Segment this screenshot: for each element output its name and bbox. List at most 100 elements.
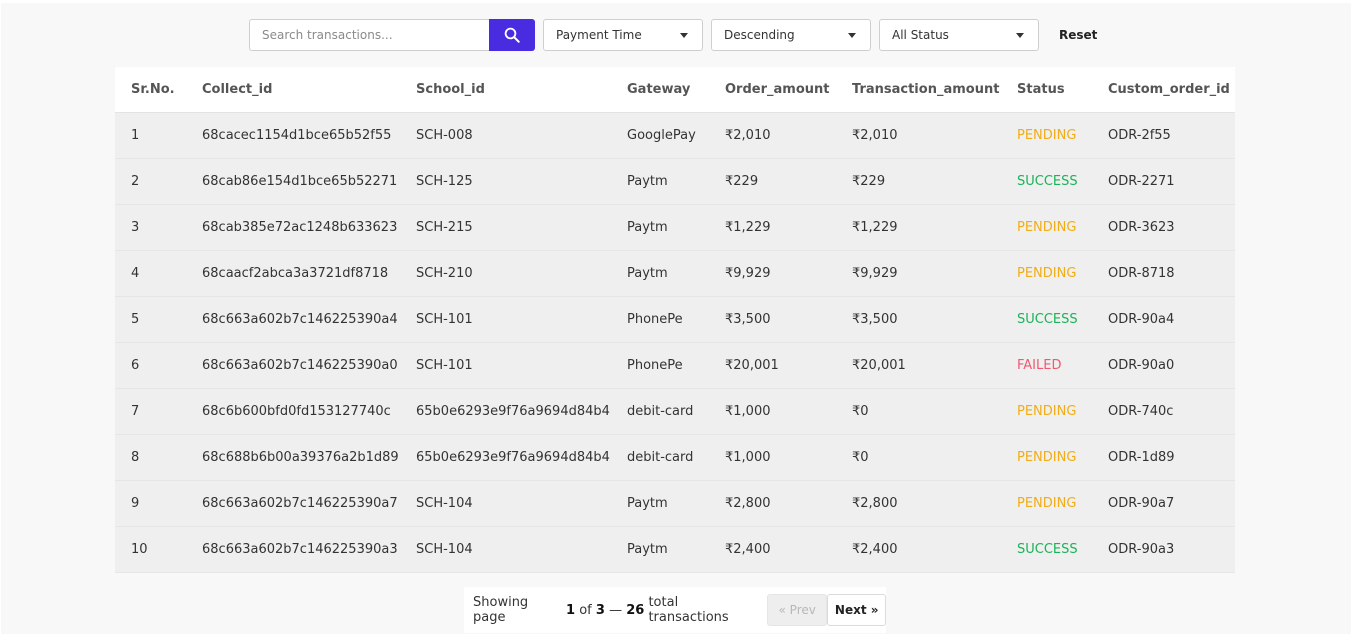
column-header[interactable]: School_id — [400, 67, 611, 113]
school-id-cell: SCH-125 — [400, 158, 611, 205]
column-header[interactable]: Sr.No. — [115, 67, 186, 113]
collect-id-cell: 68cacec1154d1bce65b52f55 — [186, 112, 400, 159]
status-badge: PENDING — [1001, 480, 1092, 527]
collect-id-cell: 68c663a602b7c146225390a0 — [186, 342, 400, 389]
order-amount-cell: ₹2,800 — [709, 480, 836, 527]
table-row[interactable]: 6 68c663a602b7c146225390a0 SCH-101 PhonePe ₹… — [115, 342, 1235, 389]
sr-no-cell: 10 — [115, 526, 186, 573]
transactions-table: Sr.No. Collect_id School_id Gateway Orde… — [115, 67, 1235, 573]
table-row[interactable]: 8 68c688b6b00a39376a2b1d89 65b0e6293e9f76a… — [115, 434, 1235, 481]
gateway-cell: GooglePay — [611, 112, 709, 159]
table-row[interactable]: 1 68cacec1154d1bce65b52f55 SCH-008 GooglePa… — [115, 112, 1235, 159]
table-row[interactable]: 10 68c663a602b7c146225390a3 SCH-104 Paytm ₹2… — [115, 526, 1235, 573]
search-button[interactable] — [489, 19, 535, 51]
school-id-cell: 65b0e6293e9f76a9694d84b4 — [400, 434, 611, 481]
sort-order-select[interactable]: Descending — [711, 19, 871, 51]
sort-field-select[interactable]: Payment Time — [543, 19, 703, 51]
gateway-cell: Paytm — [611, 480, 709, 527]
gateway-cell: Paytm — [611, 204, 709, 251]
column-header[interactable]: Custom_order_id — [1092, 67, 1235, 113]
chevron-down-icon — [680, 33, 688, 38]
chevron-down-icon — [1016, 33, 1024, 38]
sr-no-cell: 9 — [115, 480, 186, 527]
transaction-amount-cell: ₹2,010 — [836, 112, 1001, 159]
status-filter-value: All Status — [892, 28, 949, 42]
transaction-amount-cell: ₹0 — [836, 434, 1001, 481]
table-header-row: Sr.No. Collect_id School_id Gateway Orde… — [115, 67, 1235, 113]
school-id-cell: SCH-210 — [400, 250, 611, 297]
sort-order-value: Descending — [724, 28, 795, 42]
status-badge: SUCCESS — [1001, 158, 1092, 205]
gateway-cell: Paytm — [611, 250, 709, 297]
pagination-prefix: Showing page — [473, 595, 529, 625]
column-header[interactable]: Order_amount — [709, 67, 836, 113]
column-header[interactable]: Transaction_amount — [836, 67, 1001, 113]
pagination-suffix: total transactions — [648, 595, 729, 625]
school-id-cell: 65b0e6293e9f76a9694d84b4 — [400, 388, 611, 435]
filter-toolbar: Payment Time Descending All Status Reset — [249, 19, 1103, 51]
sr-no-cell: 3 — [115, 204, 186, 251]
chevron-down-icon — [848, 33, 856, 38]
gateway-cell: PhonePe — [611, 342, 709, 389]
school-id-cell: SCH-101 — [400, 342, 611, 389]
collect-id-cell: 68cab385e72ac1248b633623 — [186, 204, 400, 251]
status-badge: PENDING — [1001, 204, 1092, 251]
custom-order-id-cell: ODR-2271 — [1092, 158, 1235, 205]
total-count: 26 — [626, 602, 645, 618]
table-body: 1 68cacec1154d1bce65b52f55 SCH-008 GooglePa… — [115, 112, 1235, 573]
table-row[interactable]: 5 68c663a602b7c146225390a4 SCH-101 PhonePe ₹… — [115, 296, 1235, 343]
gateway-cell: Paytm — [611, 158, 709, 205]
custom-order-id-cell: ODR-90a7 — [1092, 480, 1235, 527]
transactions-table-container: Sr.No. Collect_id School_id Gateway Orde… — [115, 67, 1235, 573]
collect-id-cell: 68cab86e154d1bce65b52271 — [186, 158, 400, 205]
column-header[interactable]: Status — [1001, 67, 1092, 113]
status-filter-select[interactable]: All Status — [879, 19, 1039, 51]
search-input[interactable] — [249, 19, 489, 51]
custom-order-id-cell: ODR-2f55 — [1092, 112, 1235, 159]
collect-id-cell: 68c663a602b7c146225390a4 — [186, 296, 400, 343]
school-id-cell: SCH-101 — [400, 296, 611, 343]
custom-order-id-cell: ODR-1d89 — [1092, 434, 1235, 481]
status-badge: PENDING — [1001, 434, 1092, 481]
prev-page-button[interactable]: « Prev — [766, 594, 828, 626]
column-header[interactable]: Gateway — [611, 67, 709, 113]
transaction-amount-cell: ₹2,400 — [836, 526, 1001, 573]
pagination-of: of — [579, 602, 592, 618]
custom-order-id-cell: ODR-90a0 — [1092, 342, 1235, 389]
table-row[interactable]: 9 68c663a602b7c146225390a7 SCH-104 Paytm ₹2,… — [115, 480, 1235, 527]
transaction-amount-cell: ₹1,229 — [836, 204, 1001, 251]
table-row[interactable]: 3 68cab385e72ac1248b633623 SCH-215 Paytm ₹1,… — [115, 204, 1235, 251]
search-icon — [504, 27, 520, 43]
next-page-button[interactable]: Next » — [827, 594, 886, 626]
sr-no-cell: 5 — [115, 296, 186, 343]
order-amount-cell: ₹9,929 — [709, 250, 836, 297]
status-badge: FAILED — [1001, 342, 1092, 389]
table-row[interactable]: 4 68caacf2abca3a3721df8718 SCH-210 Paytm ₹9,… — [115, 250, 1235, 297]
order-amount-cell: ₹1,000 — [709, 434, 836, 481]
pagination-bar: Showing page 1 of 3 — 26 total transacti… — [464, 587, 886, 633]
reset-button[interactable]: Reset — [1053, 24, 1103, 46]
order-amount-cell: ₹2,010 — [709, 112, 836, 159]
transaction-amount-cell: ₹229 — [836, 158, 1001, 205]
sort-field-value: Payment Time — [556, 28, 642, 42]
custom-order-id-cell: ODR-8718 — [1092, 250, 1235, 297]
order-amount-cell: ₹3,500 — [709, 296, 836, 343]
school-id-cell: SCH-215 — [400, 204, 611, 251]
table-row[interactable]: 2 68cab86e154d1bce65b52271 SCH-125 Paytm ₹22… — [115, 158, 1235, 205]
sr-no-cell: 2 — [115, 158, 186, 205]
order-amount-cell: ₹2,400 — [709, 526, 836, 573]
sr-no-cell: 6 — [115, 342, 186, 389]
custom-order-id-cell: ODR-90a3 — [1092, 526, 1235, 573]
gateway-cell: Paytm — [611, 526, 709, 573]
collect-id-cell: 68c663a602b7c146225390a3 — [186, 526, 400, 573]
table-row[interactable]: 7 68c6b600bfd0fd153127740c 65b0e6293e9f76a… — [115, 388, 1235, 435]
gateway-cell: debit-card — [611, 434, 709, 481]
collect-id-cell: 68c663a602b7c146225390a7 — [186, 480, 400, 527]
column-header[interactable]: Collect_id — [186, 67, 400, 113]
order-amount-cell: ₹20,001 — [709, 342, 836, 389]
school-id-cell: SCH-008 — [400, 112, 611, 159]
status-badge: SUCCESS — [1001, 526, 1092, 573]
custom-order-id-cell: ODR-740c — [1092, 388, 1235, 435]
order-amount-cell: ₹229 — [709, 158, 836, 205]
sr-no-cell: 7 — [115, 388, 186, 435]
